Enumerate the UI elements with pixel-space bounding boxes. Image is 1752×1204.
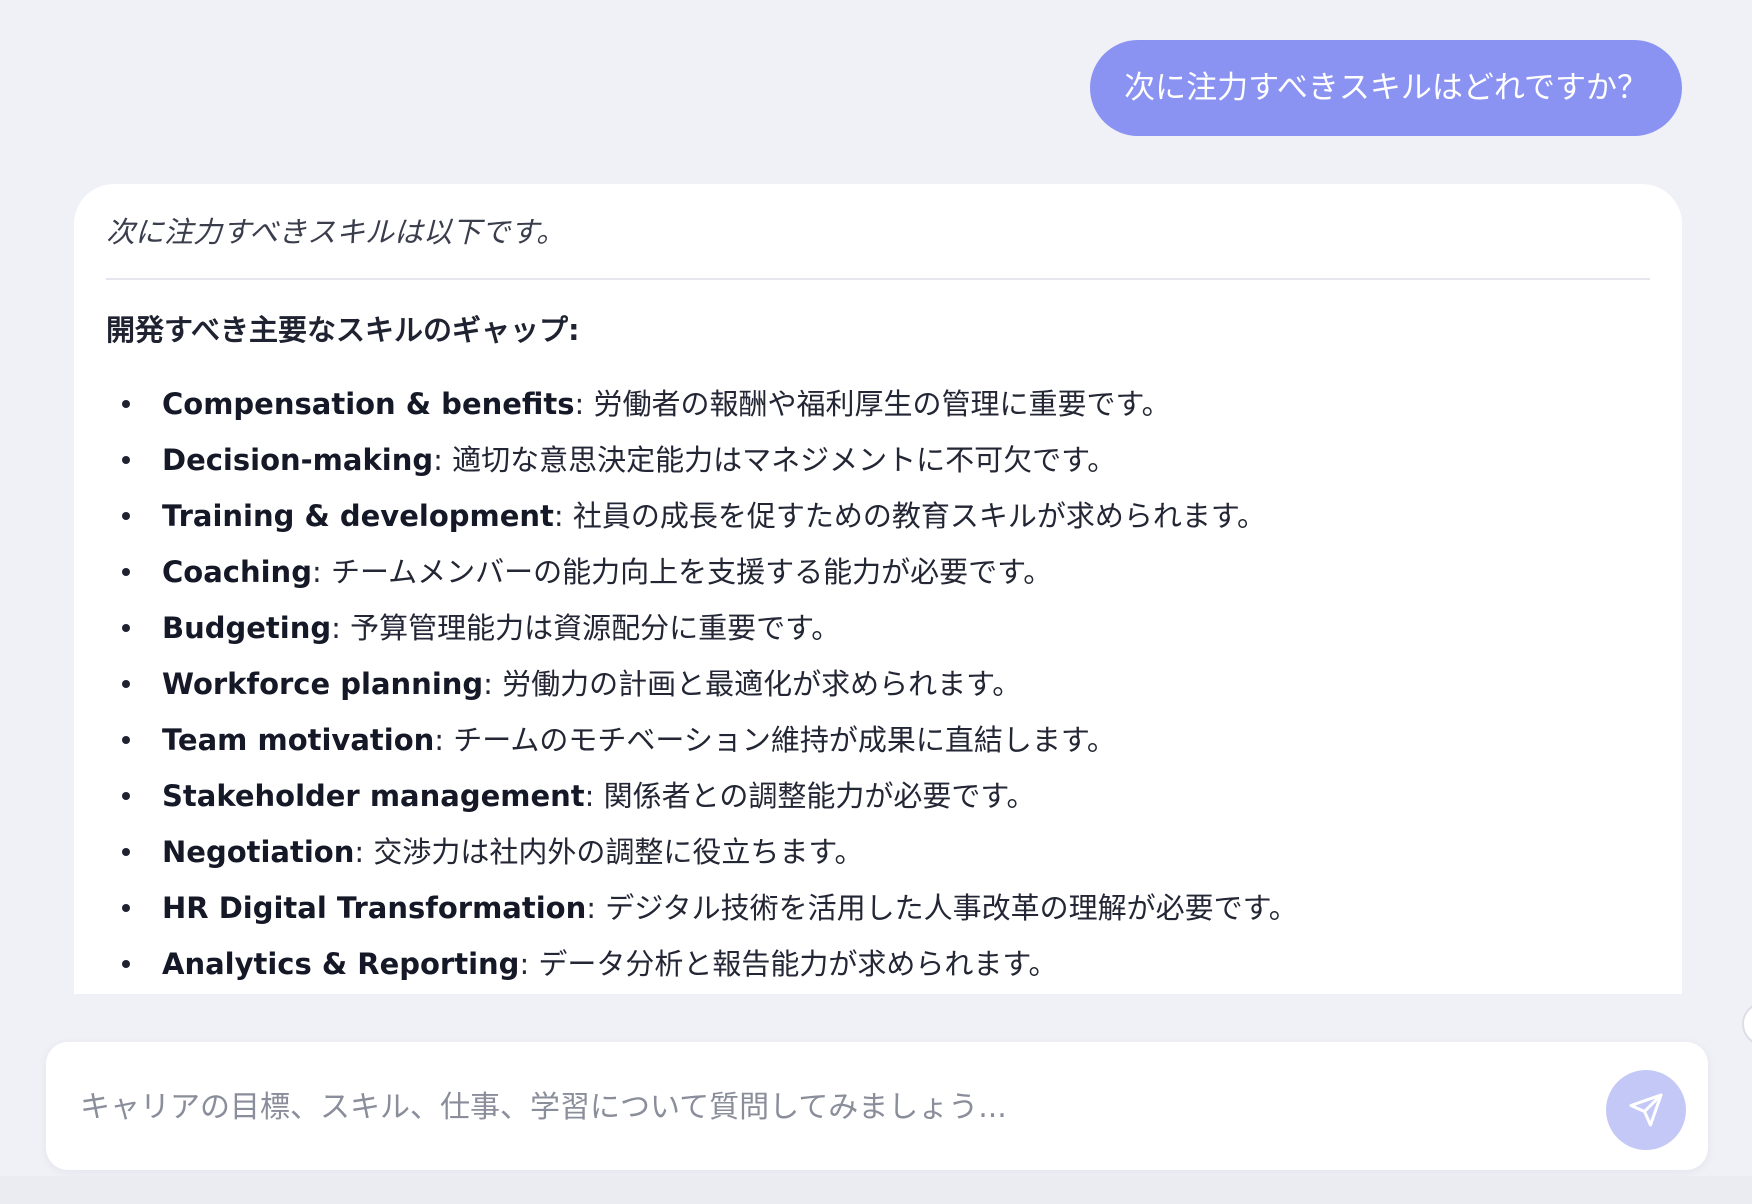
assistant-intro-text: 次に注力すべきスキルは以下です。	[106, 215, 566, 249]
bullet-icon	[122, 512, 130, 520]
send-button[interactable]	[1606, 1070, 1686, 1150]
skill-description: : デジタル技術を活用した人事改革の理解が必要です。	[586, 891, 1298, 925]
bullet-icon	[122, 792, 130, 800]
list-item: Compensation & benefits: 労働者の報酬や福利厚生の管理に…	[106, 376, 1650, 432]
scroll-edge-button[interactable]	[1742, 1002, 1752, 1046]
bullet-icon	[122, 848, 130, 856]
skill-description: : チームメンバーの能力向上を支援する能力が必要です。	[311, 555, 1053, 589]
skill-description: : データ分析と報告能力が求められます。	[519, 947, 1058, 981]
bullet-icon	[122, 456, 130, 464]
skill-name: Coaching	[162, 555, 312, 589]
user-message-bubble: 次に注力すべきスキルはどれですか？	[1090, 40, 1682, 136]
skills-gap-heading: 開発すべき主要なスキルのギャップ:	[106, 313, 580, 347]
bullet-icon	[122, 568, 130, 576]
bottom-strip	[0, 1176, 1752, 1204]
skill-name: Workforce planning	[162, 667, 484, 701]
list-item: Decision-making: 適切な意思決定能力はマネジメントに不可欠です。	[106, 432, 1650, 488]
bullet-icon	[122, 960, 130, 968]
list-item: Analytics & Reporting: データ分析と報告能力が求められます…	[106, 936, 1650, 992]
assistant-message-card: 次に注力すべきスキルは以下です。 開発すべき主要なスキルのギャップ: Compe…	[74, 184, 1682, 994]
list-item: Negotiation: 交渉力は社内外の調整に役立ちます。	[106, 824, 1650, 880]
skill-name: Compensation & benefits	[162, 387, 575, 421]
skill-name: Budgeting	[162, 611, 332, 645]
skill-name: HR Digital Transformation	[162, 891, 587, 925]
divider	[106, 278, 1650, 280]
skill-description: : チームのモチベーション維持が成果に直結します。	[434, 723, 1116, 757]
chat-input-bar	[46, 1042, 1708, 1170]
list-item: Coaching: チームメンバーの能力向上を支援する能力が必要です。	[106, 544, 1650, 600]
list-item: Team motivation: チームのモチベーション維持が成果に直結します。	[106, 712, 1650, 768]
bullet-icon	[122, 400, 130, 408]
bullet-icon	[122, 904, 130, 912]
bullet-icon	[122, 624, 130, 632]
skill-name: Stakeholder management	[162, 779, 585, 813]
list-item: HR Digital Transformation: デジタル技術を活用した人事…	[106, 880, 1650, 936]
send-icon	[1629, 1093, 1663, 1127]
skill-description: : 労働力の計画と最適化が求められます。	[483, 667, 1022, 701]
skill-name: Negotiation	[162, 835, 355, 869]
skill-description: : 労働者の報酬や福利厚生の管理に重要です。	[574, 387, 1171, 421]
skill-name: Team motivation	[162, 723, 435, 757]
list-item: Stakeholder management: 関係者との調整能力が必要です。	[106, 768, 1650, 824]
skill-name: Training & development	[162, 499, 554, 533]
skill-description: : 予算管理能力は資源配分に重要です。	[331, 611, 841, 645]
skill-description: : 社員の成長を促すための教育スキルが求められます。	[553, 499, 1266, 533]
skill-list: Compensation & benefits: 労働者の報酬や福利厚生の管理に…	[106, 376, 1650, 992]
list-item: Training & development: 社員の成長を促すための教育スキル…	[106, 488, 1650, 544]
skill-name: Decision-making	[162, 443, 434, 477]
skill-description: : 関係者との調整能力が必要です。	[584, 779, 1036, 813]
skill-description: : 適切な意思決定能力はマネジメントに不可欠です。	[433, 443, 1117, 477]
list-item: Budgeting: 予算管理能力は資源配分に重要です。	[106, 600, 1650, 656]
list-item: Workforce planning: 労働力の計画と最適化が求められます。	[106, 656, 1650, 712]
skill-name: Analytics & Reporting	[162, 947, 520, 981]
chat-input[interactable]	[78, 1074, 1562, 1140]
bullet-icon	[122, 680, 130, 688]
skill-description: : 交渉力は社内外の調整に役立ちます。	[354, 835, 864, 869]
bullet-icon	[122, 736, 130, 744]
